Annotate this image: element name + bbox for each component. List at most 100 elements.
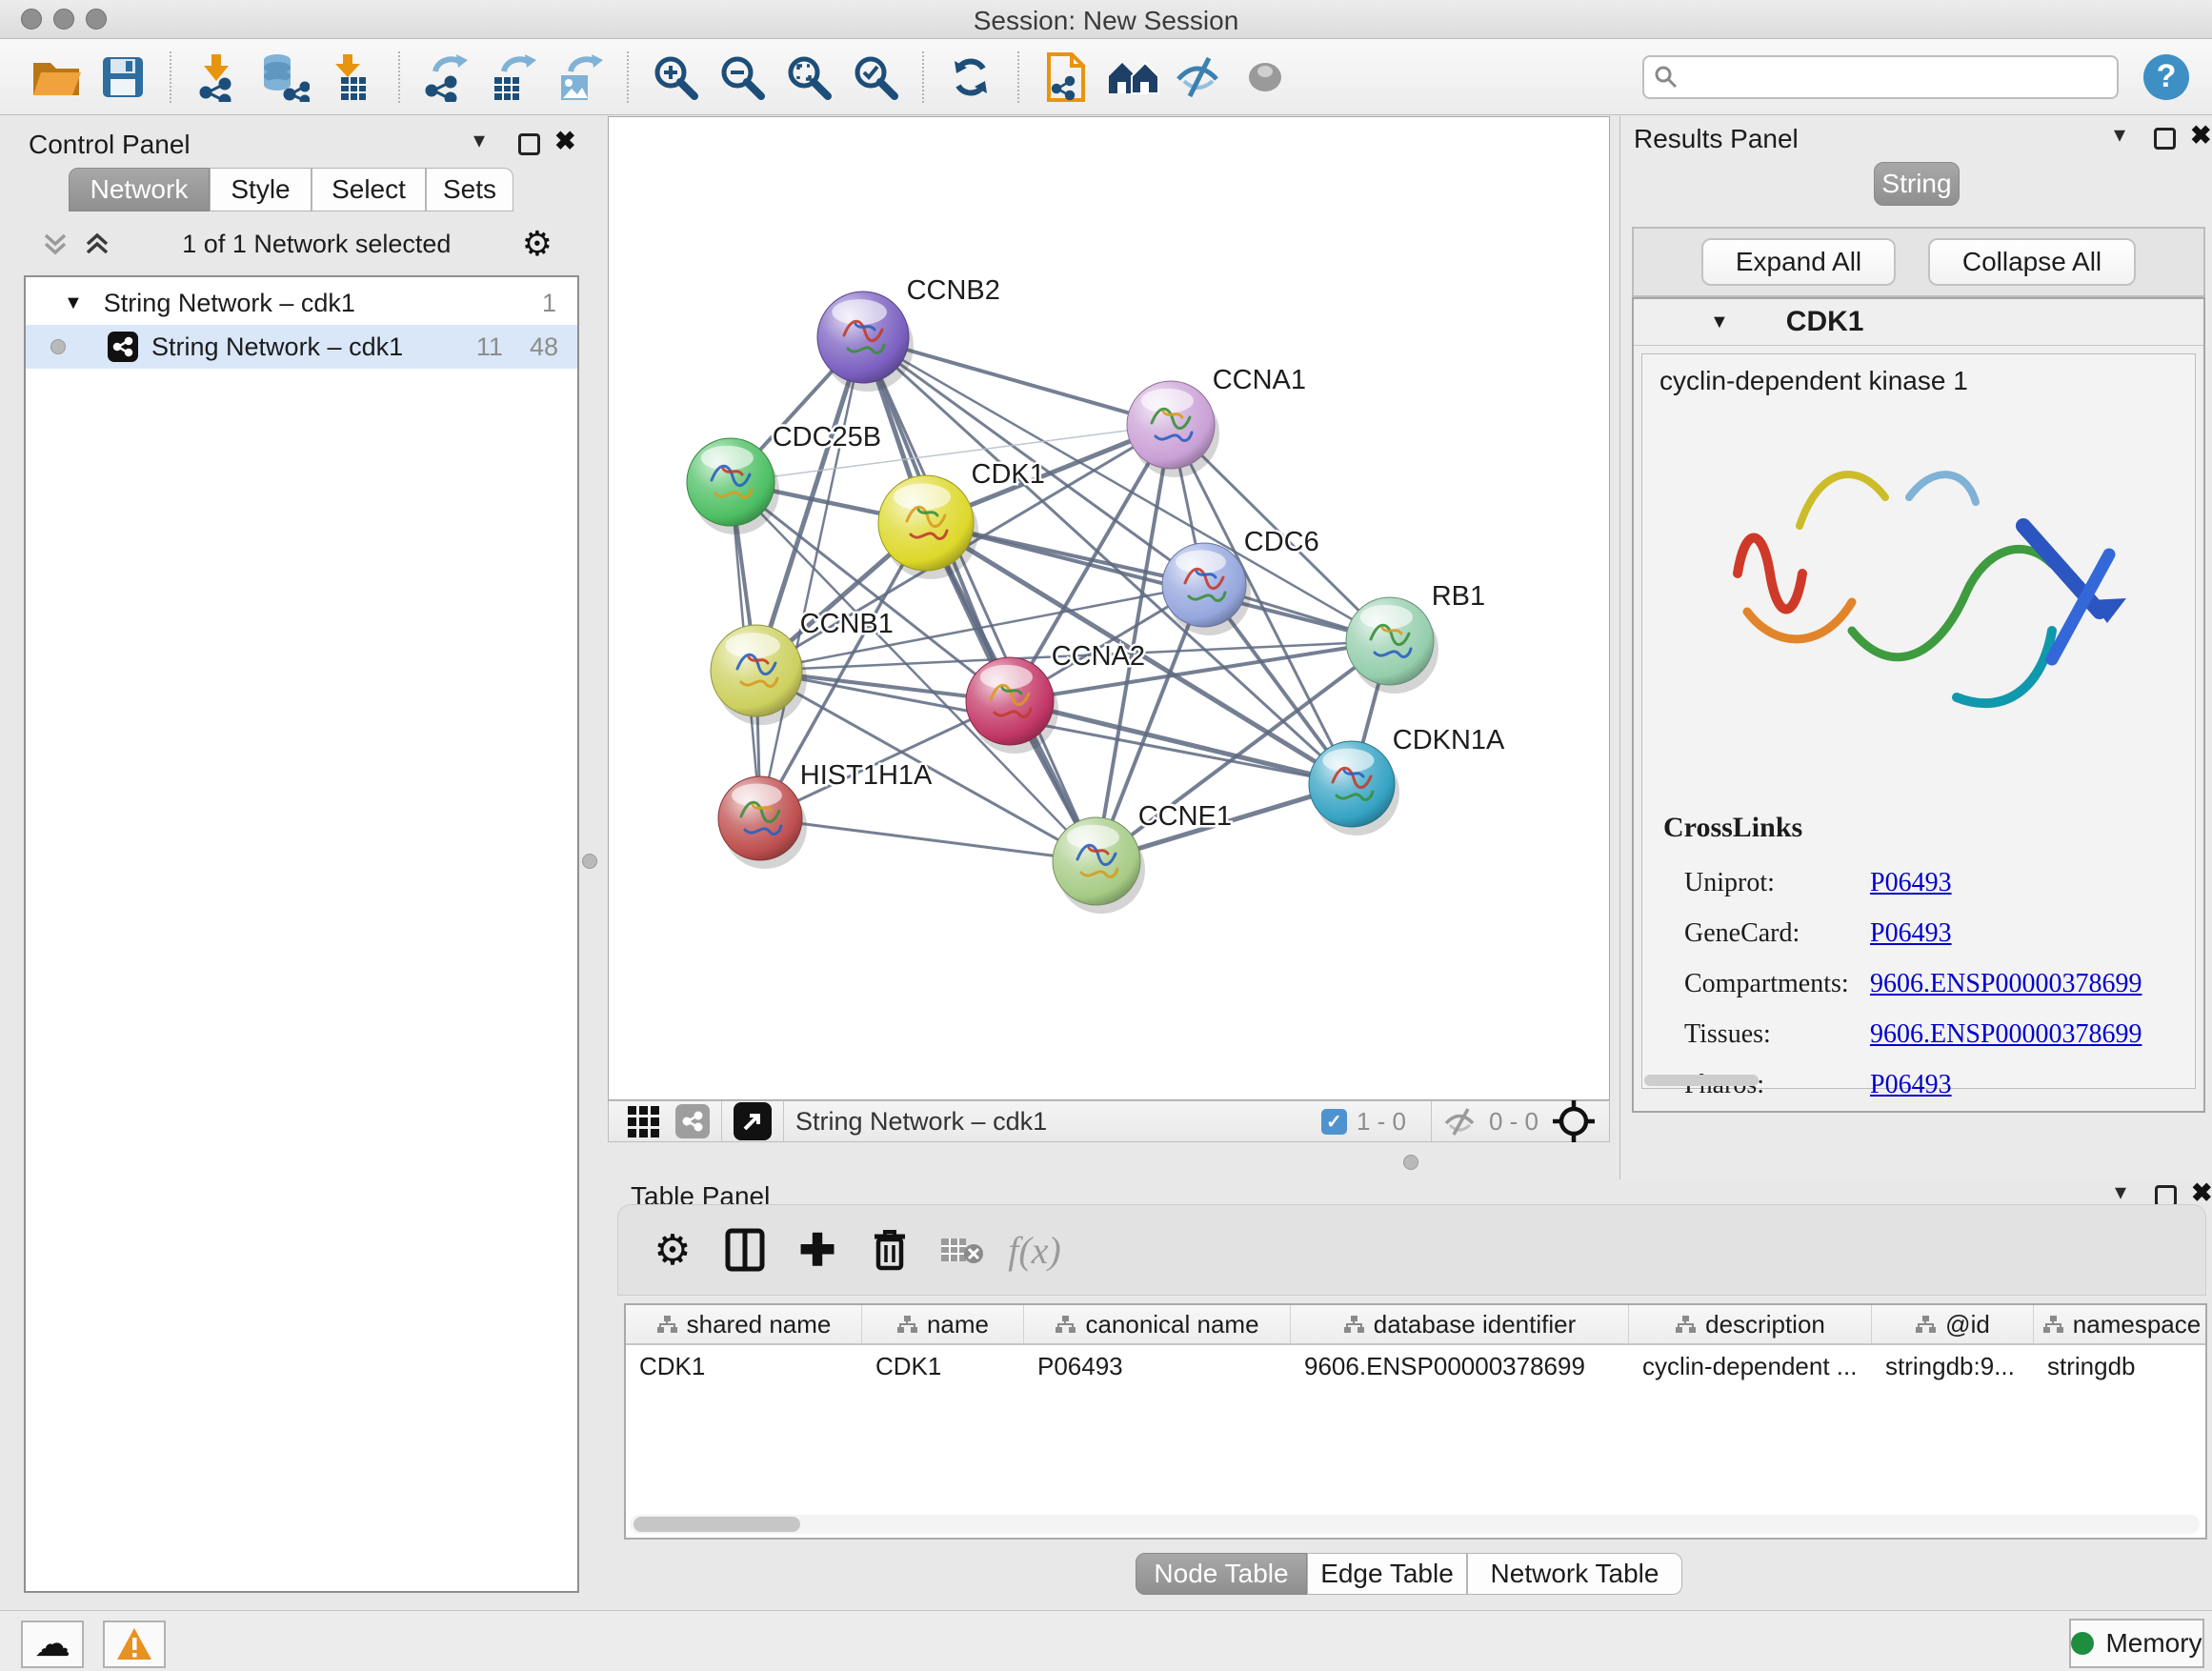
import-table-from-file-icon[interactable] bbox=[325, 50, 378, 104]
network-row[interactable]: String Network – cdk1 11 48 bbox=[26, 325, 577, 369]
column-header[interactable]: database identifier bbox=[1291, 1305, 1629, 1343]
cell-shared-name[interactable]: CDK1 bbox=[626, 1345, 862, 1387]
show-columns-icon[interactable] bbox=[717, 1222, 773, 1278]
export-table-icon[interactable] bbox=[487, 50, 540, 104]
expand-all-icon[interactable] bbox=[83, 230, 111, 258]
cell-name[interactable]: CDK1 bbox=[862, 1345, 1024, 1387]
results-panel-float-icon[interactable]: ▾ bbox=[2114, 126, 2125, 145]
cell-database-identifier[interactable]: 9606.ENSP00000378699 bbox=[1291, 1345, 1629, 1387]
export-network-icon[interactable] bbox=[420, 50, 473, 104]
network-node-HIST1H1A[interactable] bbox=[718, 776, 807, 869]
table-panel-close-icon[interactable]: ✖ bbox=[2191, 1181, 2212, 1204]
tab-sets[interactable]: Sets bbox=[426, 168, 513, 211]
new-network-from-selection-icon[interactable] bbox=[1039, 50, 1093, 104]
control-panel-float-icon[interactable]: ▾ bbox=[473, 131, 485, 151]
column-header[interactable]: namespace bbox=[2034, 1305, 2207, 1343]
crosslink-link[interactable]: 9606.ENSP00000378699 bbox=[1870, 1009, 2142, 1059]
column-header[interactable]: @id bbox=[1872, 1305, 2034, 1343]
tab-network-table[interactable]: Network Table bbox=[1467, 1553, 1682, 1595]
column-header[interactable]: canonical name bbox=[1024, 1305, 1291, 1343]
network-node-CDKN1A[interactable] bbox=[1309, 741, 1399, 836]
result-horizontal-scrollbar[interactable] bbox=[1644, 1075, 1759, 1086]
network-node-CCNB2[interactable] bbox=[817, 292, 914, 392]
show-all-icon[interactable] bbox=[1239, 50, 1293, 104]
save-session-icon[interactable] bbox=[96, 50, 150, 104]
column-header[interactable]: shared name bbox=[626, 1305, 862, 1343]
selected-checkbox-icon[interactable]: ✓ bbox=[1321, 1109, 1347, 1135]
tab-node-table[interactable]: Node Table bbox=[1136, 1553, 1307, 1595]
column-header[interactable]: name bbox=[862, 1305, 1024, 1343]
hide-selected-icon[interactable] bbox=[1173, 50, 1226, 104]
tab-edge-table[interactable]: Edge Table bbox=[1307, 1553, 1467, 1595]
crosslink-link[interactable]: P06493 bbox=[1870, 1059, 1952, 1110]
result-card-header[interactable]: ▼ CDK1 bbox=[1634, 299, 2203, 346]
memory-button[interactable]: Memory bbox=[2069, 1619, 2204, 1668]
collapse-all-button[interactable]: Collapse All bbox=[1928, 238, 2136, 286]
refresh-view-icon[interactable] bbox=[944, 50, 997, 104]
expand-all-button[interactable]: Expand All bbox=[1701, 238, 1896, 286]
result-collapse-icon[interactable]: ▼ bbox=[1710, 312, 1729, 333]
tab-string[interactable]: String bbox=[1874, 162, 1960, 206]
cell-namespace[interactable]: stringdb bbox=[2034, 1345, 2207, 1387]
zoom-out-icon[interactable] bbox=[715, 50, 769, 104]
search-field[interactable] bbox=[1642, 55, 2119, 99]
network-node-RB1[interactable] bbox=[1346, 597, 1438, 694]
table-row[interactable]: CDK1 CDK1 P06493 9606.ENSP00000378699 cy… bbox=[626, 1345, 2205, 1387]
open-session-icon[interactable] bbox=[30, 50, 83, 104]
collapse-all-icon[interactable] bbox=[41, 230, 70, 258]
tab-network[interactable]: Network bbox=[69, 168, 210, 211]
search-input[interactable] bbox=[1679, 61, 2092, 92]
network-node-CCNE1[interactable] bbox=[1053, 817, 1145, 914]
zoom-in-icon[interactable] bbox=[649, 50, 702, 104]
network-share-view-icon[interactable] bbox=[675, 1104, 710, 1138]
column-header[interactable]: description bbox=[1629, 1305, 1872, 1343]
grid-view-icon[interactable] bbox=[626, 1104, 660, 1138]
control-panel-maximize-icon[interactable] bbox=[518, 133, 540, 155]
table-splitter-handle[interactable] bbox=[1403, 1155, 1418, 1170]
import-network-from-database-icon[interactable] bbox=[258, 50, 312, 104]
tab-select[interactable]: Select bbox=[312, 168, 426, 211]
results-panel-maximize-icon[interactable] bbox=[2154, 128, 2176, 150]
network-node-CDC25B[interactable] bbox=[687, 438, 779, 534]
create-column-icon[interactable]: ✚ bbox=[790, 1222, 845, 1278]
delete-column-icon[interactable] bbox=[862, 1222, 917, 1278]
network-node-CDK1[interactable] bbox=[878, 475, 978, 579]
collection-expander-icon[interactable]: ▼ bbox=[64, 292, 83, 314]
help-icon[interactable]: ? bbox=[2143, 54, 2189, 100]
network-graph[interactable]: CCNB2CCNA1CDC25BCDK1CDC6RB1CCNB1CCNA2CDK… bbox=[609, 117, 1609, 1099]
table-settings-gear-icon[interactable]: ⚙ bbox=[645, 1222, 700, 1278]
table-panel-float-icon[interactable]: ▾ bbox=[2115, 1183, 2126, 1202]
network-collection-row[interactable]: ▼ String Network – cdk1 1 bbox=[26, 281, 577, 325]
import-network-from-file-icon[interactable] bbox=[191, 50, 245, 104]
results-panel: Results Panel ▾ ✖ String Expand All Coll… bbox=[1619, 116, 2212, 1179]
tab-style[interactable]: Style bbox=[210, 168, 312, 211]
node-label-CDC25B: CDC25B bbox=[773, 422, 881, 453]
left-splitter-handle[interactable] bbox=[582, 854, 597, 869]
crosslink-link[interactable]: 9606.ENSP00000378699 bbox=[1870, 958, 2142, 1009]
cell-id[interactable]: stringdb:9... bbox=[1872, 1345, 2034, 1387]
results-panel-close-icon[interactable]: ✖ bbox=[2190, 124, 2212, 147]
network-options-gear-icon[interactable]: ⚙ bbox=[522, 224, 553, 264]
table-horizontal-scrollbar[interactable] bbox=[630, 1515, 2200, 1534]
network-canvas[interactable]: CCNB2CCNA1CDC25BCDK1CDC6RB1CCNB1CCNA2CDK… bbox=[608, 116, 1610, 1100]
cloud-button[interactable]: ☁ bbox=[21, 1621, 84, 1668]
fit-content-icon[interactable] bbox=[782, 50, 835, 104]
export-image-icon[interactable] bbox=[553, 50, 607, 104]
cell-description[interactable]: cyclin-dependent ... bbox=[1629, 1345, 1872, 1387]
crosslink-link[interactable]: P06493 bbox=[1870, 908, 1952, 958]
first-neighbors-icon[interactable] bbox=[1106, 50, 1159, 104]
scrollbar-thumb[interactable] bbox=[633, 1517, 800, 1532]
cell-canonical-name[interactable]: P06493 bbox=[1024, 1345, 1291, 1387]
network-node-CCNA1[interactable] bbox=[1127, 381, 1219, 477]
warnings-button[interactable] bbox=[103, 1621, 166, 1668]
crosshair-icon[interactable] bbox=[1552, 1099, 1596, 1143]
edge-CDK1-RB1[interactable] bbox=[926, 523, 1390, 641]
control-panel-close-icon[interactable]: ✖ bbox=[554, 130, 576, 152]
edge-CCNE1-HIST1H1A[interactable] bbox=[760, 818, 1096, 861]
hierarchy-icon bbox=[1675, 1315, 1696, 1334]
edge-CCNB2-HIST1H1A[interactable] bbox=[760, 337, 863, 818]
crosslink-link[interactable]: P06493 bbox=[1870, 857, 1952, 908]
zoom-selected-icon[interactable] bbox=[849, 50, 902, 104]
hidden-eye-slash-icon[interactable] bbox=[1443, 1107, 1479, 1136]
birds-eye-view-icon[interactable] bbox=[734, 1102, 772, 1140]
